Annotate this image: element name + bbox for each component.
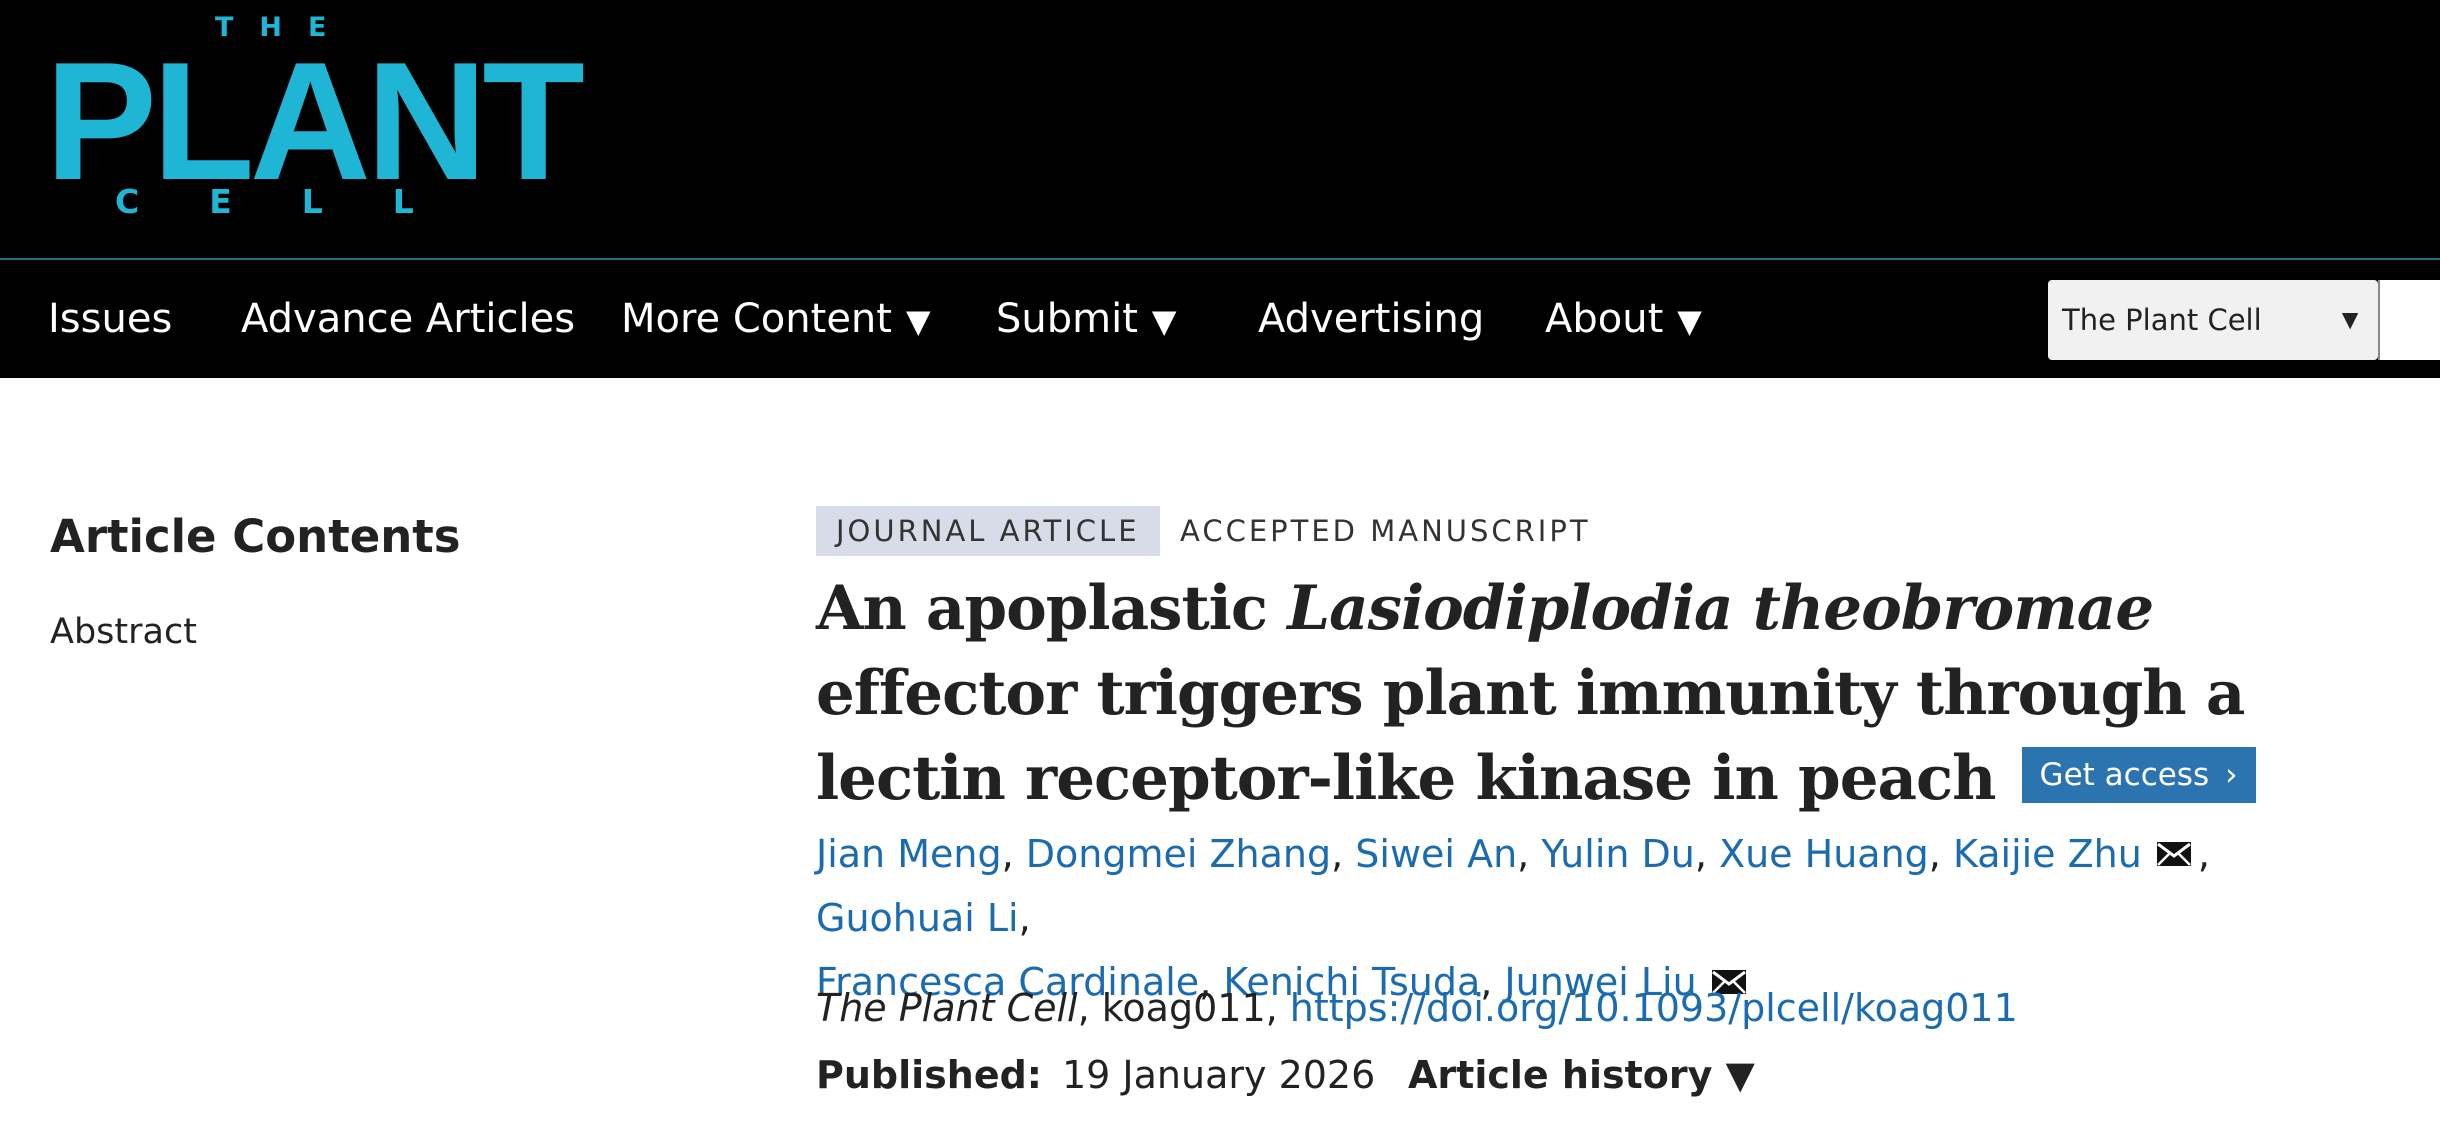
nav-label: Advance Articles [241,296,576,342]
logo-plant: PLANT [45,27,585,215]
author-link[interactable]: Guohuai Li [816,896,1019,940]
search-scope-label: The Plant Cell [2062,303,2262,337]
nav-advance-articles[interactable]: Advance Articles [241,260,575,378]
get-access-button[interactable]: Get access › [2021,747,2256,803]
article-contents-heading: Article Contents [50,510,461,563]
author-link[interactable]: Jian Meng [816,832,1002,876]
nav-about[interactable]: About ▼ [1545,260,1702,378]
nav-submit[interactable]: Submit ▼ [996,260,1177,378]
logo-cell: CELL [115,182,484,221]
nav-advertising[interactable]: Advertising [1258,260,1484,378]
published-label: Published: [816,1053,1042,1097]
nav-label: Submit [996,296,1138,342]
published-info: Published: 19 January 2026 [816,1053,1375,1097]
search-input[interactable] [2378,280,2440,360]
journal-logo[interactable]: THE PLANT CELL [45,12,585,227]
title-part-1: An apoplastic [816,573,1288,644]
sidebar-link-abstract[interactable]: Abstract [50,612,197,652]
nav-label: More Content [621,296,892,342]
nav-label: Issues [48,296,173,342]
email-icon[interactable] [2156,841,2192,867]
nav-label: About [1545,296,1664,342]
nav-more-content[interactable]: More Content ▼ [621,260,931,378]
article-type-badge: JOURNAL ARTICLE [816,506,1160,556]
author-link[interactable]: Dongmei Zhang [1026,832,1331,876]
author-link[interactable]: Yulin Du [1541,832,1695,876]
caret-down-icon: ▼ [1677,302,1702,340]
citation-id: koag011 [1101,986,1266,1030]
main-nav: Issues Advance Articles More Content ▼ Su… [0,260,2440,378]
nav-label: Advertising [1258,296,1485,342]
author-link[interactable]: Xue Huang [1719,832,1929,876]
get-access-label: Get access [2039,757,2210,793]
doi-link[interactable]: https://doi.org/10.1093/plcell/koag011 [1290,986,2018,1030]
article-history-toggle[interactable]: Article history ▼ [1408,1053,1755,1097]
citation-line: The Plant Cell, koag011, https://doi.org… [816,986,2018,1030]
nav-issues[interactable]: Issues [48,260,172,378]
caret-down-icon: ▼ [1151,302,1177,340]
published-date: 19 January 2026 [1062,1053,1376,1097]
chevron-right-icon: › [2225,757,2238,793]
article-history-label: Article history [1408,1053,1713,1097]
caret-down-icon: ▼ [2336,304,2364,335]
citation-journal: The Plant Cell [816,986,1078,1030]
author-link[interactable]: Kaijie Zhu [1953,832,2142,876]
caret-down-icon: ▼ [905,302,931,340]
article-title: An apoplastic Lasiodiplodia theobromae e… [816,566,2376,821]
title-species: Lasiodiplodia theobromae [1287,573,2154,644]
author-link[interactable]: Siwei An [1355,832,1517,876]
caret-down-icon: ▼ [1725,1053,1755,1097]
search-scope-select[interactable]: The Plant Cell ▼ [2048,280,2378,360]
site-header: THE PLANT CELL [0,0,2440,258]
article-status-badge: ACCEPTED MANUSCRIPT [1180,514,1591,548]
